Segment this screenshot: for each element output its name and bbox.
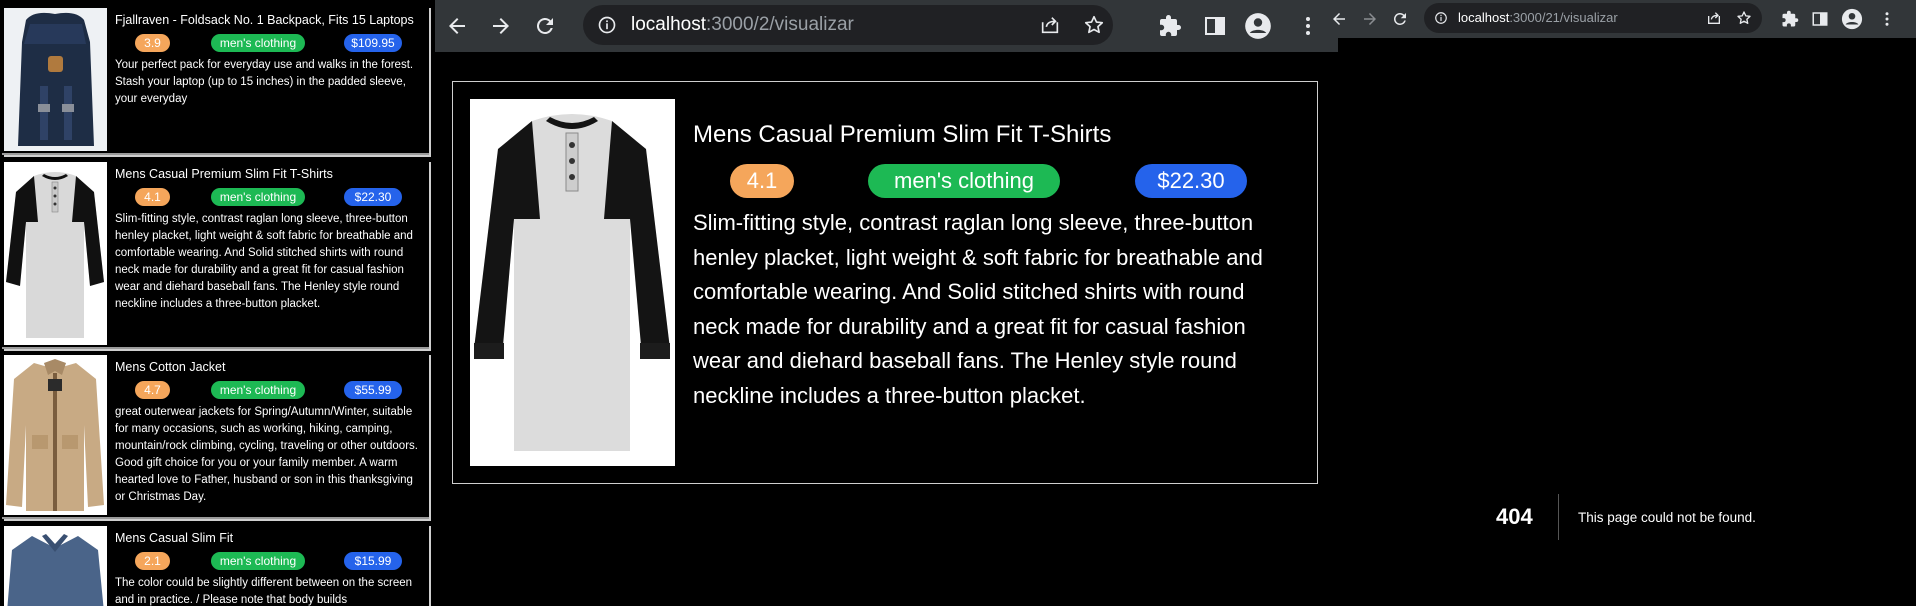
rating-badge: 3.9 bbox=[135, 34, 170, 52]
product-card[interactable]: Mens Casual Slim Fit 2.1 men's clothing … bbox=[2, 524, 429, 606]
price-badge: $22.30 bbox=[1135, 164, 1247, 198]
product-description: Slim-fitting style, contrast raglan long… bbox=[115, 213, 413, 310]
product-detail-image bbox=[470, 99, 675, 466]
profile-icon bbox=[1245, 13, 1271, 39]
url-host: localhost bbox=[631, 14, 706, 35]
reload-button[interactable] bbox=[531, 12, 559, 40]
rating-badge: 4.1 bbox=[135, 188, 170, 206]
product-card[interactable]: Mens Casual Premium Slim Fit T-Shirts 4.… bbox=[2, 160, 429, 349]
url-text[interactable]: localhost:3000/2/visualizar bbox=[631, 5, 854, 45]
product-title[interactable]: Mens Casual Slim Fit bbox=[115, 530, 423, 546]
url-host: localhost bbox=[1458, 10, 1510, 25]
address-bar[interactable]: localhost:3000/21/visualizar bbox=[1424, 3, 1762, 33]
product-image-slim-fit bbox=[4, 526, 107, 606]
forward-button[interactable] bbox=[487, 12, 515, 40]
product-title[interactable]: Mens Casual Premium Slim Fit T-Shirts bbox=[115, 166, 423, 182]
rating-badge: 4.1 bbox=[730, 164, 794, 198]
share-icon[interactable] bbox=[1039, 14, 1061, 36]
info-icon bbox=[1435, 12, 1447, 24]
back-icon bbox=[449, 18, 465, 34]
category-badge: men's clothing bbox=[868, 164, 1060, 198]
product-detail-title: Mens Casual Premium Slim Fit T-Shirts bbox=[693, 121, 1112, 148]
product-card[interactable]: Fjallraven - Foldsack No. 1 Backpack, Fi… bbox=[2, 6, 429, 155]
price-badge: $22.30 bbox=[344, 188, 402, 206]
category-badge: men's clothing bbox=[211, 34, 305, 52]
category-badge: men's clothing bbox=[211, 188, 305, 206]
profile-icon[interactable] bbox=[1841, 8, 1863, 30]
category-badge: men's clothing bbox=[211, 552, 305, 570]
error-code: 404 bbox=[1496, 504, 1533, 529]
product-list: Fjallraven - Foldsack No. 1 Backpack, Fi… bbox=[0, 0, 435, 606]
error-divider bbox=[1558, 494, 1559, 540]
price-badge: $55.99 bbox=[344, 381, 402, 399]
extensions-button[interactable] bbox=[1156, 12, 1184, 40]
product-description: The color could be slightly different be… bbox=[115, 577, 413, 606]
extensions-icon[interactable] bbox=[1781, 10, 1799, 28]
star-icon[interactable] bbox=[1083, 14, 1105, 36]
star-icon[interactable] bbox=[1736, 10, 1752, 26]
rating-badge: 4.7 bbox=[135, 381, 170, 399]
price-badge: $15.99 bbox=[344, 552, 402, 570]
product-description: great outerwear jackets for Spring/Autum… bbox=[115, 406, 418, 503]
browser-toolbar: localhost:3000/21/visualizar bbox=[1333, 0, 1916, 38]
sidepanel-icon[interactable] bbox=[1811, 10, 1829, 28]
product-title[interactable]: Fjallraven - Foldsack No. 1 Backpack, Fi… bbox=[115, 12, 423, 28]
product-card[interactable]: Mens Cotton Jacket 4.7 men's clothing $5… bbox=[2, 353, 429, 519]
product-detail-description: Slim-fitting style, contrast raglan long… bbox=[693, 210, 1263, 408]
product-title[interactable]: Mens Cotton Jacket bbox=[115, 359, 423, 375]
reload-icon[interactable] bbox=[1391, 10, 1409, 28]
profile-button[interactable] bbox=[1244, 12, 1272, 40]
browser-window-secondary: localhost:3000/21/visualizar 404 This pa… bbox=[1333, 0, 1916, 606]
product-image-tshirt bbox=[4, 162, 107, 345]
menu-icon bbox=[1306, 17, 1310, 35]
share-icon[interactable] bbox=[1706, 10, 1722, 26]
category-badge: men's clothing bbox=[211, 381, 305, 399]
product-description: Your perfect pack for everyday use and w… bbox=[115, 59, 414, 105]
side-panel-button[interactable] bbox=[1201, 12, 1229, 40]
forward-icon[interactable] bbox=[1361, 10, 1379, 28]
info-icon bbox=[598, 16, 616, 34]
url-text[interactable]: localhost:3000/21/visualizar bbox=[1458, 3, 1618, 33]
error-message: This page could not be found. bbox=[1578, 510, 1756, 525]
extensions-icon bbox=[1160, 15, 1181, 36]
url-path: :3000/2/visualizar bbox=[706, 14, 854, 35]
sidepanel-icon bbox=[1205, 17, 1225, 35]
product-image-jacket bbox=[4, 355, 107, 515]
price-badge: $109.95 bbox=[344, 34, 402, 52]
url-path: :3000/21/visualizar bbox=[1509, 10, 1618, 25]
rating-badge: 2.1 bbox=[135, 552, 170, 570]
forward-icon bbox=[493, 18, 509, 34]
back-icon[interactable] bbox=[1330, 10, 1348, 28]
product-detail-card: Mens Casual Premium Slim Fit T-Shirts 4.… bbox=[452, 81, 1318, 484]
browser-window-main: localhost:3000/2/visualizar Mens Casual … bbox=[435, 0, 1338, 606]
browser-toolbar: localhost:3000/2/visualizar bbox=[435, 0, 1338, 52]
back-button[interactable] bbox=[443, 12, 471, 40]
menu-button[interactable] bbox=[1294, 12, 1322, 40]
menu-icon[interactable] bbox=[1878, 10, 1896, 28]
product-image-backpack bbox=[4, 8, 107, 151]
reload-icon bbox=[536, 17, 553, 34]
address-bar[interactable]: localhost:3000/2/visualizar bbox=[583, 5, 1113, 45]
